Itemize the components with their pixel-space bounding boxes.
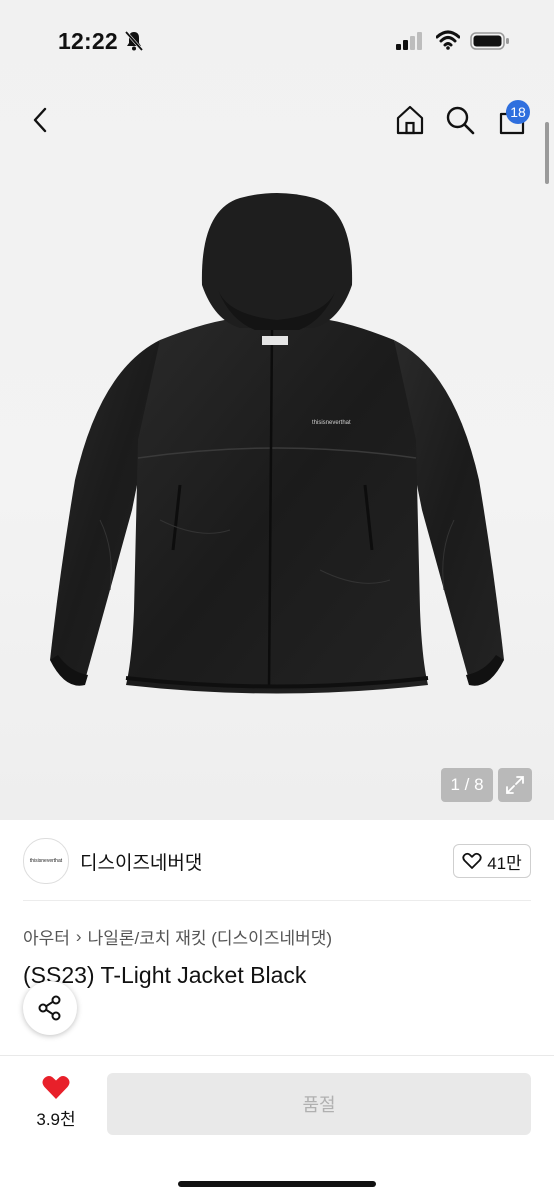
status-bar: 12:22 <box>0 0 554 80</box>
divider <box>23 900 531 901</box>
brand-logo-text: thisisneverthat <box>29 858 63 864</box>
brand-like-button[interactable]: 41만 <box>453 844 531 878</box>
expand-icon <box>506 776 524 794</box>
cart-count-badge: 18 <box>506 100 530 124</box>
chevron-right-icon: › <box>75 926 82 946</box>
status-time: 12:22 <box>58 28 118 54</box>
breadcrumb-parent[interactable]: 아우터 <box>23 924 70 949</box>
brand-logo[interactable]: thisisneverthat <box>23 838 69 884</box>
bell-slash-icon <box>124 31 144 51</box>
expand-image-button[interactable] <box>498 768 532 802</box>
home-icon <box>396 105 424 135</box>
battery-icon <box>470 32 509 50</box>
home-button[interactable] <box>392 102 428 138</box>
home-indicator <box>178 1181 376 1187</box>
brand-name[interactable]: 디스이즈네버댓 <box>80 848 202 875</box>
breadcrumb: 아우터 › 나일론/코치 재킷 (디스이즈네버댓) <box>23 924 332 949</box>
wish-button[interactable]: 3.9천 <box>30 1074 82 1134</box>
sold-out-button[interactable]: 품절 <box>107 1073 531 1135</box>
share-icon <box>38 995 61 1021</box>
brand-like-count: 41만 <box>487 853 522 873</box>
scrollbar[interactable] <box>545 122 549 184</box>
signal-icon <box>396 32 422 50</box>
heart-outline-icon <box>462 852 482 869</box>
search-button[interactable] <box>442 102 478 138</box>
image-counter: 1 / 8 <box>441 768 493 802</box>
breadcrumb-current[interactable]: 나일론/코치 재킷 (디스이즈네버댓) <box>88 924 332 949</box>
share-button[interactable] <box>23 981 77 1035</box>
product-image[interactable]: thisisneverthat <box>40 190 514 710</box>
back-icon <box>33 107 47 133</box>
jacket-chest-logo: thisisneverthat <box>312 420 351 426</box>
wifi-icon <box>436 30 460 50</box>
wish-count: 3.9천 <box>36 1110 76 1129</box>
heart-filled-icon <box>42 1076 70 1099</box>
search-icon <box>446 106 475 135</box>
back-button[interactable] <box>22 102 58 138</box>
